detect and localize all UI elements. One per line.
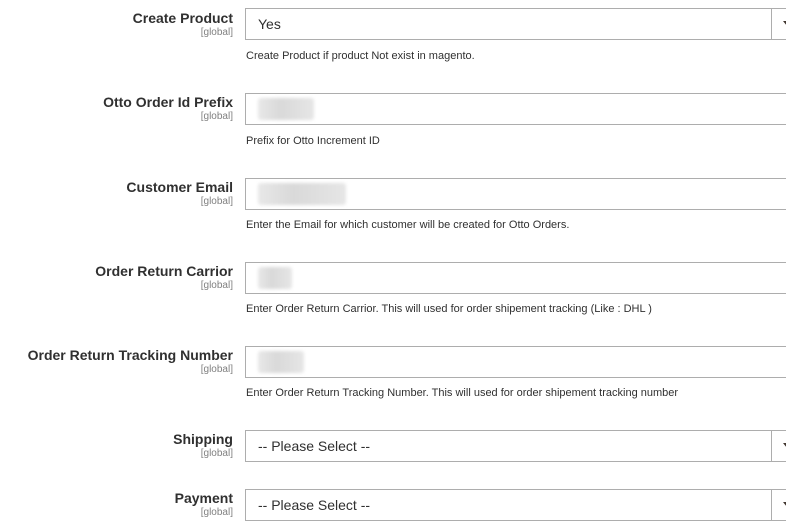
return-carrier-input[interactable] xyxy=(245,262,786,294)
select-value: -- Please Select -- xyxy=(258,438,371,454)
shipping-label: Shipping xyxy=(173,431,233,447)
order-prefix-input[interactable] xyxy=(245,93,786,125)
select-value: Yes xyxy=(258,16,281,32)
payment-select[interactable]: -- Please Select -- xyxy=(245,489,786,521)
scope-label: [global] xyxy=(200,27,233,38)
scope-label: [global] xyxy=(200,448,233,459)
field-note: Enter Order Return Carrior. This will us… xyxy=(246,303,652,315)
field-label: Shipping [global] xyxy=(173,431,233,460)
field-label: Customer Email [global] xyxy=(126,179,233,208)
dropdown-toggle[interactable] xyxy=(771,490,786,520)
create-product-select[interactable]: Yes xyxy=(245,8,786,40)
scope-label: [global] xyxy=(200,364,233,375)
select-value: -- Please Select -- xyxy=(258,497,371,513)
return-carrier-label: Order Return Carrior xyxy=(95,263,233,279)
order-prefix-label: Otto Order Id Prefix xyxy=(103,94,233,110)
return-tracking-input[interactable] xyxy=(245,346,786,378)
field-note: Create Product if product Not exist in m… xyxy=(246,50,475,62)
shipping-select[interactable]: -- Please Select -- xyxy=(245,430,786,462)
field-note: Prefix for Otto Increment ID xyxy=(246,135,380,147)
redacted-value xyxy=(258,267,292,289)
field-label: Payment [global] xyxy=(175,490,233,519)
redacted-value xyxy=(258,351,304,373)
field-label: Create Product [global] xyxy=(133,10,233,39)
scope-label: [global] xyxy=(200,111,233,122)
create-product-label: Create Product xyxy=(132,10,233,26)
scope-label: [global] xyxy=(200,196,233,207)
customer-email-input[interactable] xyxy=(245,178,786,210)
dropdown-toggle[interactable] xyxy=(771,431,786,461)
field-label: Order Return Carrior [global] xyxy=(95,263,233,292)
payment-label: Payment xyxy=(174,490,233,506)
field-note: Enter the Email for which customer will … xyxy=(246,219,570,231)
scope-label: [global] xyxy=(200,280,233,291)
dropdown-toggle[interactable] xyxy=(771,9,786,39)
redacted-value xyxy=(258,183,346,205)
field-label: Otto Order Id Prefix [global] xyxy=(103,94,233,123)
return-tracking-label: Order Return Tracking Number xyxy=(27,347,233,363)
redacted-value xyxy=(258,98,314,120)
scope-label: [global] xyxy=(200,507,233,518)
customer-email-label: Customer Email xyxy=(126,179,233,195)
field-label: Order Return Tracking Number [global] xyxy=(28,347,233,376)
field-note: Enter Order Return Tracking Number. This… xyxy=(246,387,679,399)
